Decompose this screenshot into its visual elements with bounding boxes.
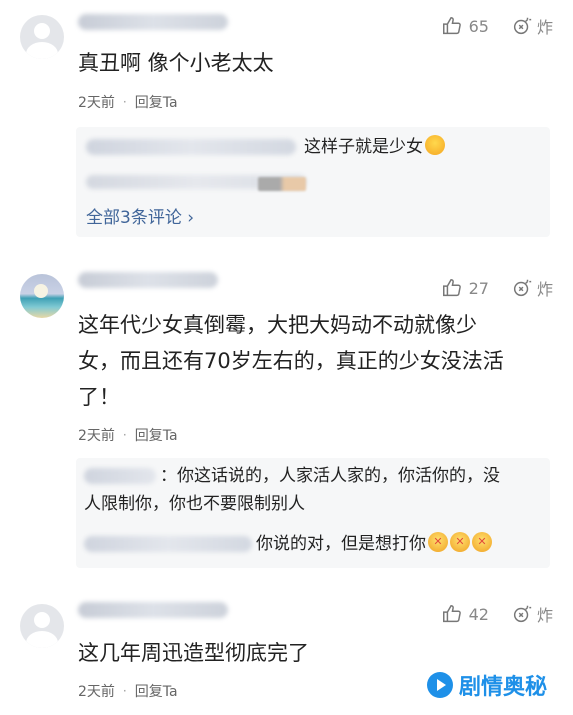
report-label: 炸 [536, 606, 553, 625]
comment-text: 真丑啊 像个小老太太 [78, 51, 274, 75]
reply-button[interactable]: 回复Ta [135, 425, 178, 445]
angry-emoji-icon [472, 532, 492, 552]
reply-button[interactable]: 回复Ta [135, 681, 178, 701]
bomb-icon [513, 279, 532, 297]
report-label: 炸 [536, 18, 553, 37]
reply-item: ：你这话说的，人家活人家的，你活你的，没 人限制你，你也不要限制别人 [84, 462, 540, 518]
comment-meta: 2天前 · 回复Ta [78, 425, 178, 445]
comment-actions: 42 炸 [441, 602, 553, 626]
comment-meta: 2天前 · 回复Ta [78, 92, 178, 112]
reply-item: 你说的对，但是想打你 [256, 530, 492, 558]
report-button[interactable]: 炸 [511, 276, 553, 300]
reply-username-blurred[interactable] [86, 139, 296, 155]
report-label: 炸 [536, 280, 553, 299]
view-all-replies-link[interactable]: 全部3条评论 › [86, 203, 194, 228]
reply-text-line: ：你这话说的，人家活人家的，你活你的，没 [160, 466, 500, 486]
replies-box: ：你这话说的，人家活人家的，你活你的，没 人限制你，你也不要限制别人 你说的对，… [76, 458, 550, 568]
username-blurred[interactable] [78, 602, 228, 618]
like-count: 42 [468, 604, 489, 624]
timestamp: 2天前 [78, 428, 115, 444]
thumb-up-icon [442, 279, 461, 297]
comment-meta: 2天前 · 回复Ta [78, 681, 178, 701]
comment-text-line: 了！ [78, 385, 120, 409]
comment-actions: 27 炸 [441, 276, 553, 300]
bomb-icon [513, 605, 532, 623]
comment-actions: 65 炸 [441, 14, 553, 38]
separator: · [122, 428, 127, 442]
watermark-text: 剧情奥秘 [458, 675, 547, 700]
reply-username-blurred[interactable] [84, 536, 252, 552]
timestamp: 2天前 [78, 684, 115, 700]
timestamp: 2天前 [78, 95, 115, 111]
separator: · [122, 684, 127, 698]
like-count: 65 [468, 16, 489, 36]
reply-text: 你说的对，但是想打你 [256, 534, 426, 554]
comment-text-line: 女，而且还有70岁左右的，真正的少女没法活 [78, 349, 504, 373]
reply-text: 这样子就是少女 [304, 137, 423, 157]
play-logo-icon [426, 672, 453, 698]
comment-text-line: 这年代少女真倒霉，大把大妈动不动就像少 [78, 313, 477, 337]
laugh-emoji-icon [425, 135, 445, 155]
thumb-up-icon [442, 605, 461, 623]
comment-2: 27 炸 这年代少女真倒霉，大把大妈动不动就像少 女，而且还有70岁左右的，真正… [0, 250, 573, 580]
reply-item: 这样子就是少女 [304, 133, 445, 161]
username-blurred[interactable] [78, 14, 228, 30]
angry-emoji-icon [428, 532, 448, 552]
angry-emoji-icon [450, 532, 470, 552]
watermark: 剧情奥秘 [426, 669, 547, 701]
thumb-up-icon [442, 17, 461, 35]
reply-blurred-tail [258, 177, 306, 191]
replies-box: 这样子就是少女 全部3条评论 › [76, 127, 550, 237]
comment-text: 这年代少女真倒霉，大把大妈动不动就像少 女，而且还有70岁左右的，真正的少女没法… [78, 307, 548, 415]
report-button[interactable]: 炸 [511, 14, 553, 38]
like-count: 27 [468, 278, 489, 298]
comment-1: 65 炸 真丑啊 像个小老太太 2天前 · 回复Ta 这样子就是少女 全部3条评… [0, 0, 573, 250]
report-button[interactable]: 炸 [511, 602, 553, 626]
like-button[interactable]: 27 [441, 277, 489, 299]
reply-text-line: 人限制你，你也不要限制别人 [84, 494, 305, 514]
like-button[interactable]: 42 [441, 603, 489, 625]
avatar[interactable] [20, 15, 64, 59]
like-button[interactable]: 65 [441, 15, 489, 37]
avatar[interactable] [20, 274, 64, 318]
separator: · [122, 95, 127, 109]
username-blurred[interactable] [78, 272, 218, 288]
bomb-icon [513, 17, 532, 35]
reply-username-blurred[interactable] [84, 468, 156, 484]
reply-button[interactable]: 回复Ta [135, 92, 178, 112]
avatar[interactable] [20, 604, 64, 648]
comment-text: 这几年周迅造型彻底完了 [78, 641, 309, 665]
